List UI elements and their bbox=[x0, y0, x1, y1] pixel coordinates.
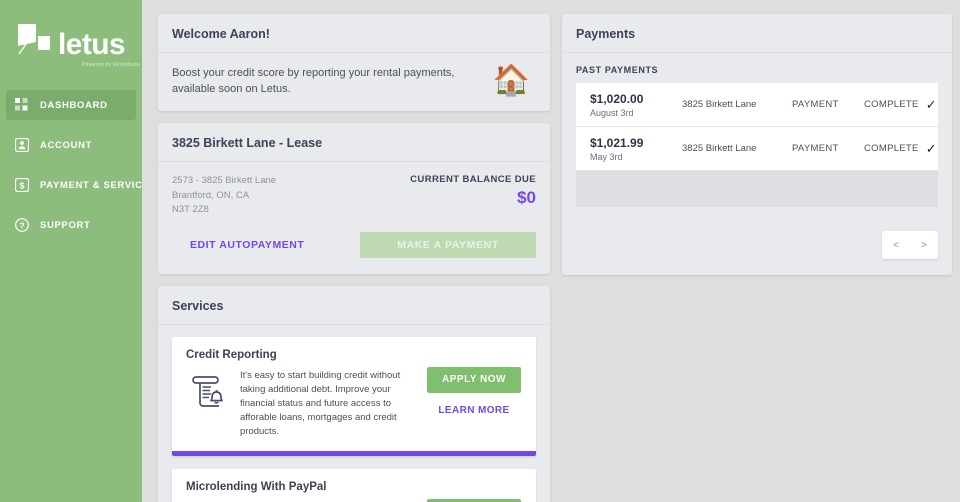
brand-name: letus bbox=[58, 28, 126, 61]
services-card: Services Credit Reporting It's easy to s… bbox=[158, 285, 550, 502]
app-root: letus Powered by RentMoola DASHBOARD ACC… bbox=[0, 0, 960, 502]
balance-label: CURRENT BALANCE DUE bbox=[410, 174, 536, 185]
payment-amount-cell: $1,021.99 May 3rd bbox=[590, 136, 682, 162]
sidebar-item-dashboard[interactable]: DASHBOARD bbox=[6, 90, 136, 120]
pagination-wrap: < > bbox=[562, 221, 952, 275]
sidebar-item-label: ACCOUNT bbox=[40, 139, 93, 151]
payment-amount: $1,020.00 bbox=[590, 91, 644, 106]
lease-card: 3825 Birkett Lane - Lease 2573 - 3825 Bi… bbox=[158, 123, 550, 274]
make-a-payment-button[interactable]: MAKE A PAYMENT bbox=[360, 231, 536, 258]
address-line-2: Brantford, ON, CA bbox=[172, 189, 250, 201]
past-payments-label: PAST PAYMENTS bbox=[576, 65, 659, 75]
accent-bar bbox=[172, 450, 536, 456]
sidebar-item-label: DASHBOARD bbox=[40, 99, 108, 111]
sidebar-item-payment-services[interactable]: $ PAYMENT & SERVICES bbox=[6, 170, 156, 200]
payment-amount: $1,021.99 bbox=[590, 135, 644, 150]
pagination: < > bbox=[882, 231, 938, 259]
letus-logo-icon bbox=[14, 20, 52, 60]
welcome-message: Boost your credit score by reporting you… bbox=[172, 67, 455, 95]
payment-type: PAYMENT bbox=[792, 143, 839, 154]
payment-type: PAYMENT bbox=[792, 99, 839, 110]
balance-block: CURRENT BALANCE DUE $0 bbox=[410, 174, 536, 218]
welcome-title: Welcome Aaron! bbox=[158, 14, 550, 53]
dollar-icon: $ bbox=[14, 177, 30, 193]
credit-report-icon bbox=[186, 367, 232, 409]
lease-address: 2573 - 3825 Birkett Lane Brantford, ON, … bbox=[172, 174, 276, 218]
service-description: Pay now or pay over time with PayPal Cre… bbox=[232, 499, 422, 502]
sidebar-item-support[interactable]: ? SUPPORT bbox=[6, 210, 136, 240]
lease-title: 3825 Birkett Lane - Lease bbox=[158, 123, 550, 162]
payments-card: Payments PAST PAYMENTS $1,020.00 August … bbox=[562, 14, 952, 275]
svg-text:$: $ bbox=[20, 180, 25, 190]
service-item-microlending-paypal: Microlending With PayPal Pay Pal bbox=[172, 468, 536, 502]
service-item-credit-reporting: Credit Reporting It's easy to start buil… bbox=[172, 336, 536, 456]
table-row[interactable]: $1,020.00 August 3rd 3825 Birkett Lane P… bbox=[576, 83, 938, 127]
payment-date: May 3rd bbox=[590, 151, 623, 162]
paypal-icon: Pay Pal bbox=[186, 499, 232, 502]
payments-title: Payments bbox=[562, 14, 952, 53]
brand-logo[interactable]: letus Powered by RentMoola bbox=[0, 14, 142, 90]
learn-more-link[interactable]: LEARN MORE bbox=[438, 405, 509, 416]
house-icon: 🏠 bbox=[492, 64, 530, 97]
brand-tagline: Powered by RentMoola bbox=[82, 62, 140, 68]
check-icon: ✓ bbox=[925, 96, 937, 112]
question-icon: ? bbox=[14, 217, 30, 233]
payment-amount-cell: $1,020.00 August 3rd bbox=[590, 92, 682, 118]
table-row[interactable]: $1,021.99 May 3rd 3825 Birkett Lane PAYM… bbox=[576, 127, 938, 171]
check-icon: ✓ bbox=[925, 140, 937, 156]
sidebar-item-account[interactable]: ACCOUNT bbox=[6, 130, 136, 160]
sidebar-item-label: PAYMENT & SERVICES bbox=[40, 179, 157, 191]
service-name: Credit Reporting bbox=[186, 348, 277, 361]
sidebar-nav: DASHBOARD ACCOUNT $ PAYMENT & SERVICES ?… bbox=[0, 90, 156, 250]
payment-address: 3825 Birkett Lane bbox=[682, 99, 757, 110]
service-description: It's easy to start building credit witho… bbox=[240, 369, 401, 437]
grid-icon bbox=[14, 97, 30, 113]
services-title: Services bbox=[158, 286, 550, 325]
next-page-button[interactable]: > bbox=[910, 240, 938, 251]
svg-text:?: ? bbox=[19, 220, 24, 230]
sidebar-item-label: SUPPORT bbox=[40, 219, 91, 231]
payment-date: August 3rd bbox=[590, 107, 634, 118]
address-line-1: 2573 - 3825 Birkett Lane bbox=[172, 175, 277, 186]
left-column: Welcome Aaron! Boost your credit score b… bbox=[158, 14, 550, 502]
service-name: Microlending With PayPal bbox=[186, 480, 327, 493]
status-badge: COMPLETE bbox=[864, 99, 919, 110]
status-badge: COMPLETE bbox=[864, 143, 919, 154]
sidebar: letus Powered by RentMoola DASHBOARD ACC… bbox=[0, 0, 156, 502]
main-content: Welcome Aaron! Boost your credit score b… bbox=[142, 0, 960, 502]
person-icon bbox=[14, 137, 30, 153]
prev-page-button[interactable]: < bbox=[882, 240, 910, 251]
empty-row bbox=[576, 171, 938, 207]
right-column: Payments PAST PAYMENTS $1,020.00 August … bbox=[562, 14, 952, 502]
apply-now-button[interactable]: APPLY NOW bbox=[427, 366, 521, 393]
address-line-3: N3T 2Z8 bbox=[172, 204, 209, 215]
payments-list: $1,020.00 August 3rd 3825 Birkett Lane P… bbox=[562, 83, 952, 221]
edit-autopayment-button[interactable]: EDIT AUTOPAYMENT bbox=[172, 233, 322, 257]
balance-amount: $0 bbox=[517, 188, 536, 207]
apply-now-button[interactable]: APPLY NOW bbox=[427, 498, 521, 502]
payment-address: 3825 Birkett Lane bbox=[682, 143, 757, 154]
welcome-card: Welcome Aaron! Boost your credit score b… bbox=[158, 14, 550, 111]
